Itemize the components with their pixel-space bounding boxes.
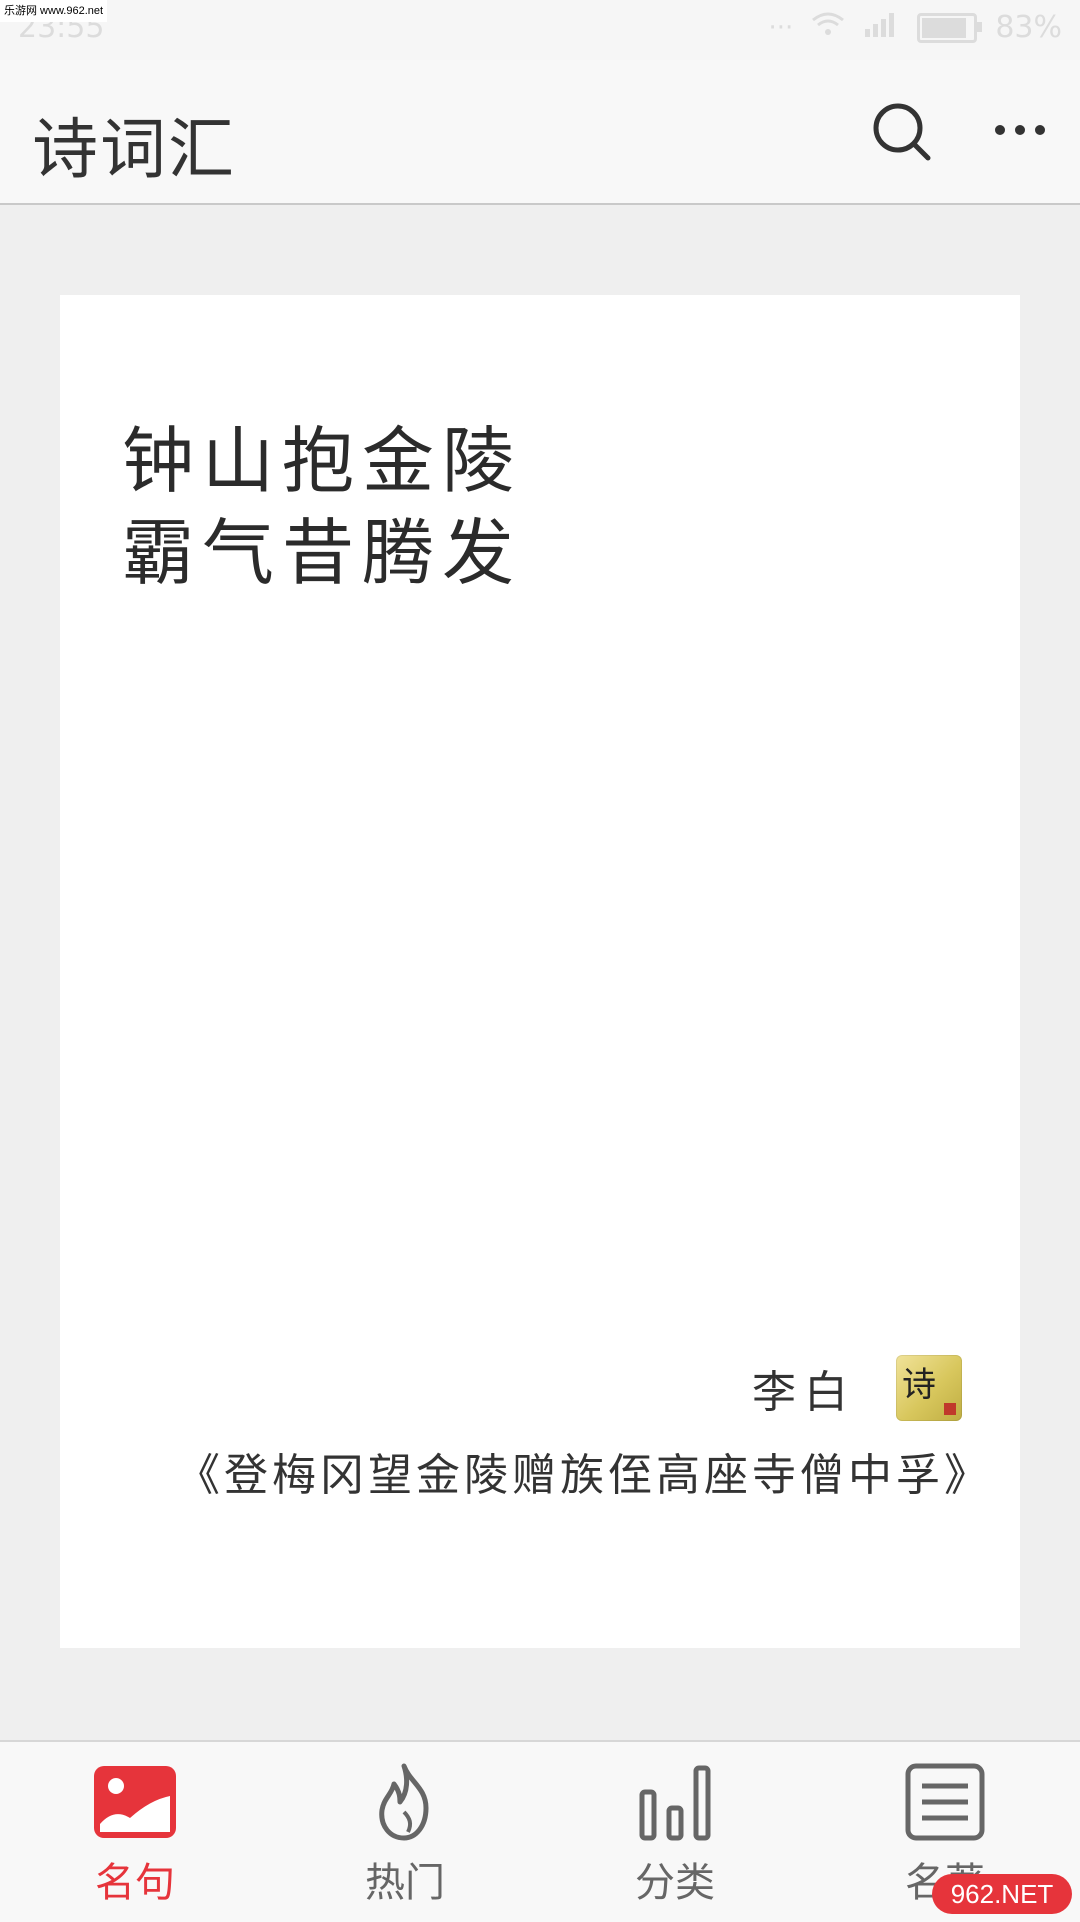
- app-title: 诗词汇: [32, 111, 236, 188]
- more-dots-icon: [995, 125, 1045, 135]
- image-icon: [94, 1766, 176, 1838]
- author-name: 李白: [752, 1367, 856, 1418]
- bottom-nav: 名句 热门 分类 名著: [0, 1740, 1080, 1922]
- document-icon: [905, 1763, 985, 1841]
- dots-icon: ···: [768, 12, 794, 43]
- wifi-icon: [811, 11, 845, 44]
- quote-card[interactable]: 钟山抱金陵 霸气昔腾发 李白 诗 《登梅冈望金陵赠族侄高座寺僧中孚》: [60, 295, 1020, 1648]
- signal-icon: [863, 11, 899, 44]
- watermark-text: 乐游网 www.962.net: [0, 0, 108, 22]
- nav-item-mingju[interactable]: 名句: [50, 1762, 220, 1912]
- quote-text: 钟山抱金陵 霸气昔腾发: [122, 415, 522, 599]
- status-indicators: ··· 83%: [769, 10, 1062, 45]
- flame-icon: [379, 1763, 429, 1841]
- seal-logo: 诗: [896, 1355, 962, 1421]
- search-button[interactable]: [868, 98, 934, 164]
- quote-line-2: 霸气昔腾发: [122, 511, 523, 595]
- battery-percent: 83%: [995, 10, 1062, 45]
- battery-icon: [917, 12, 983, 43]
- red-stamp-icon: [944, 1403, 956, 1415]
- bar-chart-icon: [639, 1765, 711, 1841]
- nav-item-remen[interactable]: 热门: [320, 1762, 490, 1912]
- nav-label-fenlei: 分类: [635, 1860, 715, 1906]
- nav-item-fenlei[interactable]: 分类: [590, 1762, 760, 1912]
- search-icon: [873, 103, 931, 161]
- author-row: 李白 诗: [752, 1355, 962, 1421]
- quote-line-1: 钟山抱金陵: [122, 419, 523, 503]
- seal-char: 诗: [902, 1365, 936, 1405]
- more-button[interactable]: [990, 100, 1050, 160]
- poem-source: 《登梅冈望金陵赠族侄高座寺僧中孚》: [176, 1450, 992, 1501]
- nav-label-remen: 热门: [365, 1860, 445, 1906]
- status-bar: 23:55 ··· 83%: [0, 0, 1080, 60]
- watermark-badge: 962.NET: [932, 1874, 1072, 1914]
- app-bar: 诗词汇: [0, 60, 1080, 205]
- nav-label-mingju: 名句: [95, 1860, 175, 1906]
